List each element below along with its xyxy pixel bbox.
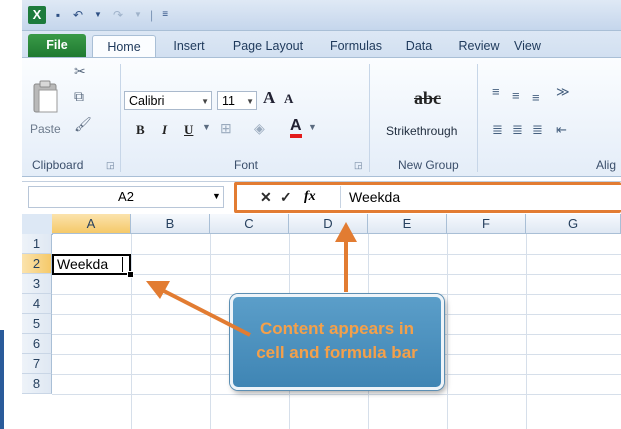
group-separator xyxy=(477,64,478,172)
bold-button[interactable]: B xyxy=(136,122,145,138)
chevron-down-icon: ▼ xyxy=(201,97,209,106)
clipboard-launcher-icon[interactable]: ◲ xyxy=(106,160,115,171)
callout-box: Content appears in cell and formula bar xyxy=(230,294,444,390)
select-all-corner[interactable] xyxy=(22,214,53,235)
align-left-icon[interactable]: ≣ xyxy=(492,122,504,138)
strikethrough-icon[interactable]: abc xyxy=(414,88,441,109)
column-header-e[interactable]: E xyxy=(368,214,447,234)
ribbon-tabs: File Home Insert Page Layout Formulas Da… xyxy=(22,31,621,58)
tab-insert[interactable]: Insert xyxy=(162,35,216,57)
chevron-down-icon[interactable]: ▼ xyxy=(212,191,221,201)
customize-qat-icon[interactable]: ≡ xyxy=(157,7,173,23)
font-launcher-icon[interactable]: ◲ xyxy=(354,160,363,171)
paste-icon[interactable] xyxy=(32,80,60,114)
shrink-font-button[interactable]: A xyxy=(284,91,293,107)
ribbon: Paste ✂ ⧉ 🖌 Clipboard ◲ Calibri ▼ 11 ▼ A A… xyxy=(22,57,621,177)
row-header-1[interactable]: 1 xyxy=(22,234,52,254)
tab-file[interactable]: File xyxy=(28,34,86,57)
undo-dropdown-icon[interactable]: ▼ xyxy=(90,7,106,23)
font-size-input[interactable]: 11 ▼ xyxy=(217,91,257,110)
italic-button[interactable]: I xyxy=(162,122,167,138)
chevron-down-icon: ▼ xyxy=(246,97,254,106)
tab-formulas[interactable]: Formulas xyxy=(318,35,394,57)
decrease-indent-icon[interactable]: ⇤ xyxy=(556,122,568,138)
text-cursor xyxy=(122,257,123,272)
redo-dropdown-icon[interactable]: ▼ xyxy=(130,7,146,23)
grid-line xyxy=(52,274,621,275)
fill-handle[interactable] xyxy=(127,271,134,278)
grid-line xyxy=(447,234,448,429)
group-separator xyxy=(120,64,121,172)
font-group-label: Font xyxy=(234,158,259,172)
column-header-c[interactable]: C xyxy=(210,214,289,234)
grid-line xyxy=(210,234,211,429)
tab-home[interactable]: Home xyxy=(92,35,156,58)
align-bottom-icon[interactable]: ≡ xyxy=(532,90,541,105)
align-center-icon[interactable]: ≣ xyxy=(512,122,524,138)
column-header-a[interactable]: A xyxy=(52,214,131,234)
underline-button[interactable]: U xyxy=(184,122,193,138)
undo-icon[interactable]: ↶ xyxy=(70,7,86,23)
grid-line xyxy=(52,254,621,255)
column-header-b[interactable]: B xyxy=(131,214,210,234)
tab-view[interactable]: View xyxy=(514,35,574,57)
callout-line-1: Content appears in xyxy=(260,319,414,338)
font-size-value: 11 xyxy=(222,94,235,108)
font-name-input[interactable]: Calibri ▼ xyxy=(124,91,212,110)
row-header-4[interactable]: 4 xyxy=(22,294,52,314)
row-header-5[interactable]: 5 xyxy=(22,314,52,334)
grid-line xyxy=(52,394,621,395)
grow-font-button[interactable]: A xyxy=(263,88,275,108)
alignment-group-label: Alig xyxy=(596,158,617,172)
cut-icon[interactable]: ✂ xyxy=(74,63,86,80)
font-color-button[interactable]: A xyxy=(290,118,302,138)
save-icon[interactable]: ▪ xyxy=(50,7,66,23)
orientation-icon[interactable]: ≫ xyxy=(556,84,571,100)
quick-access-toolbar: X ▪ ↶ ▼ ↷ ▼ | ≡ xyxy=(28,6,173,24)
redo-icon[interactable]: ↷ xyxy=(110,7,126,23)
left-edge xyxy=(0,0,22,429)
new-group-label: New Group xyxy=(398,158,459,172)
callout-text: Content appears in cell and formula bar xyxy=(233,317,441,365)
row-header-2[interactable]: 2 xyxy=(22,254,52,274)
align-middle-icon[interactable]: ≡ xyxy=(512,88,521,103)
row-header-6[interactable]: 6 xyxy=(22,334,52,354)
format-painter-icon[interactable]: 🖌 xyxy=(74,116,92,133)
column-header-g[interactable]: G xyxy=(526,214,621,234)
row-header-7[interactable]: 7 xyxy=(22,354,52,374)
grid-line xyxy=(131,234,132,429)
window-edge-accent xyxy=(0,330,4,429)
column-header-f[interactable]: F xyxy=(447,214,526,234)
strikethrough-label[interactable]: Strikethrough xyxy=(386,124,457,138)
tab-review[interactable]: Review xyxy=(448,35,510,57)
tab-page-layout[interactable]: Page Layout xyxy=(220,35,316,57)
name-box[interactable]: A2 xyxy=(28,186,224,208)
row-header-8[interactable]: 8 xyxy=(22,374,52,394)
align-top-icon[interactable]: ≡ xyxy=(492,84,501,99)
active-cell-a2[interactable]: Weekda xyxy=(52,254,131,275)
copy-icon[interactable]: ⧉ xyxy=(74,88,84,105)
chevron-down-icon[interactable]: ▼ xyxy=(202,122,211,132)
formula-bar-highlight xyxy=(234,182,621,213)
title-bar: X ▪ ↶ ▼ ↷ ▼ | ≡ xyxy=(22,0,621,31)
borders-icon[interactable]: ⊞ xyxy=(220,120,232,137)
row-header-3[interactable]: 3 xyxy=(22,274,52,294)
clipboard-group-label: Clipboard xyxy=(32,158,84,172)
font-name-value: Calibri xyxy=(129,94,165,108)
column-header-d[interactable]: D xyxy=(289,214,368,234)
callout-line-2: cell and formula bar xyxy=(256,343,418,362)
excel-logo-icon[interactable]: X xyxy=(28,6,46,24)
qat-separator: | xyxy=(150,8,154,22)
grid-line xyxy=(526,234,527,429)
formula-bar: A2 ▼ ✕ ✓ fx Weekda xyxy=(22,181,621,213)
fill-color-icon[interactable]: ◈ xyxy=(254,120,265,137)
align-right-icon[interactable]: ≣ xyxy=(532,122,544,138)
group-separator xyxy=(369,64,370,172)
chevron-down-icon[interactable]: ▼ xyxy=(308,122,317,132)
tab-data[interactable]: Data xyxy=(394,35,444,57)
paste-label[interactable]: Paste xyxy=(30,122,61,136)
